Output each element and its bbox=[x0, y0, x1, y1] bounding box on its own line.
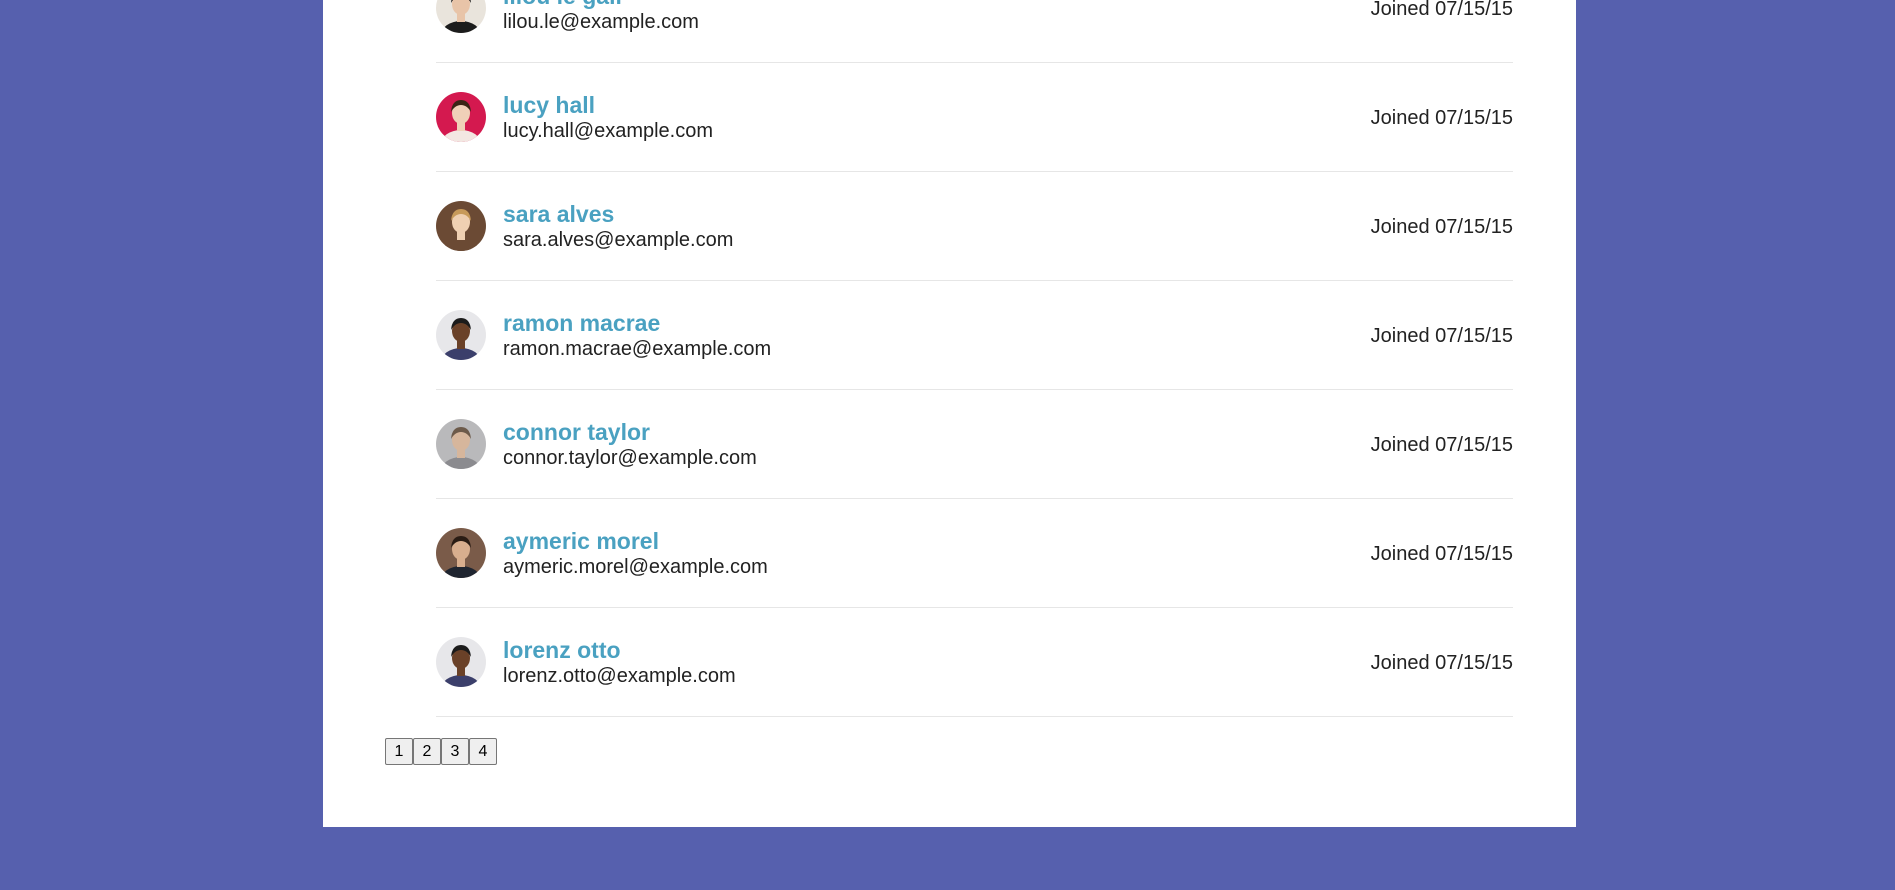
user-email: lucy.hall@example.com bbox=[503, 120, 714, 142]
user-list-panel: lilou le galllilou.le@example.com Joined … bbox=[323, 0, 1576, 827]
joined-date-value: 07/15/15 bbox=[1435, 652, 1513, 674]
avatar-portrait-icon bbox=[436, 201, 486, 251]
user-email: lilou.le@example.com bbox=[503, 11, 699, 33]
user-email: ramon.macrae@example.com bbox=[503, 338, 772, 360]
page-button-2[interactable]: 2 bbox=[413, 738, 441, 765]
user-avatar[interactable] bbox=[436, 528, 486, 578]
page-button-4[interactable]: 4 bbox=[469, 738, 497, 765]
user-list-item: lilou le galllilou.le@example.com Joined … bbox=[436, 0, 1513, 63]
page-button-1[interactable]: 1 bbox=[385, 738, 413, 765]
user-joined-date: Joined 07/15/15 bbox=[1371, 0, 1513, 21]
joined-date-value: 07/15/15 bbox=[1435, 543, 1513, 565]
user-name-link[interactable]: ramon macrae bbox=[503, 310, 660, 337]
joined-label: Joined bbox=[1370, 216, 1430, 238]
user-list-item: lucy hall lucy.hall@example.com Joined 07/… bbox=[436, 63, 1513, 172]
user-avatar[interactable] bbox=[436, 637, 486, 687]
avatar-portrait-icon bbox=[436, 0, 486, 33]
joined-label: Joined bbox=[1370, 434, 1430, 456]
user-joined-date: Joined 07/15/15 bbox=[1371, 215, 1513, 239]
user-email: connor.taylor@example.com bbox=[503, 447, 757, 469]
user-name-link[interactable]: lilou le gall bbox=[503, 0, 622, 10]
user-name-link[interactable]: lorenz otto bbox=[503, 637, 621, 664]
user-joined-date: Joined 07/15/15 bbox=[1371, 324, 1513, 348]
user-name-link[interactable]: connor taylor bbox=[503, 419, 650, 446]
user-list-item: connor taylor connor.taylor@example.com Jo… bbox=[436, 390, 1513, 499]
user-email: sara.alves@example.com bbox=[503, 229, 734, 251]
user-avatar[interactable] bbox=[436, 310, 486, 360]
user-email: aymeric.morel@example.com bbox=[503, 556, 768, 578]
user-name-link[interactable]: aymeric morel bbox=[503, 528, 659, 555]
user-name-link[interactable]: lucy hall bbox=[503, 92, 595, 119]
joined-date-value: 07/15/15 bbox=[1435, 0, 1513, 20]
user-joined-date: Joined 07/15/15 bbox=[1371, 433, 1513, 457]
joined-date-value: 07/15/15 bbox=[1435, 216, 1513, 238]
pagination: 1234 bbox=[385, 738, 497, 765]
avatar-portrait-icon bbox=[436, 310, 486, 360]
joined-date-value: 07/15/15 bbox=[1435, 325, 1513, 347]
avatar-portrait-icon bbox=[436, 528, 486, 578]
user-avatar[interactable] bbox=[436, 201, 486, 251]
joined-date-value: 07/15/15 bbox=[1435, 107, 1513, 129]
user-email: lorenz.otto@example.com bbox=[503, 665, 736, 687]
avatar-portrait-icon bbox=[436, 419, 486, 469]
user-joined-date: Joined 07/15/15 bbox=[1371, 542, 1513, 566]
page-button-3[interactable]: 3 bbox=[441, 738, 469, 765]
user-joined-date: Joined 07/15/15 bbox=[1371, 651, 1513, 675]
user-list-item: aymeric morel aymeric.morel@example.com Jo… bbox=[436, 499, 1513, 608]
user-list-item: ramon macrae ramon.macrae@example.com Join… bbox=[436, 281, 1513, 390]
user-list-item: sara alves sara.alves@example.com Joined 0… bbox=[436, 172, 1513, 281]
joined-label: Joined bbox=[1370, 107, 1430, 129]
joined-label: Joined bbox=[1370, 652, 1430, 674]
joined-label: Joined bbox=[1370, 325, 1430, 347]
user-joined-date: Joined 07/15/15 bbox=[1371, 106, 1513, 130]
user-avatar[interactable] bbox=[436, 419, 486, 469]
user-avatar[interactable] bbox=[436, 92, 486, 142]
user-avatar[interactable] bbox=[436, 0, 486, 33]
avatar-portrait-icon bbox=[436, 92, 486, 142]
joined-label: Joined bbox=[1370, 0, 1430, 20]
user-list: lilou le galllilou.le@example.com Joined … bbox=[436, 0, 1513, 717]
joined-date-value: 07/15/15 bbox=[1435, 434, 1513, 456]
joined-label: Joined bbox=[1370, 543, 1430, 565]
avatar-portrait-icon bbox=[436, 637, 486, 687]
user-list-item: lorenz otto lorenz.otto@example.com Joined… bbox=[436, 608, 1513, 717]
user-name-link[interactable]: sara alves bbox=[503, 201, 614, 228]
